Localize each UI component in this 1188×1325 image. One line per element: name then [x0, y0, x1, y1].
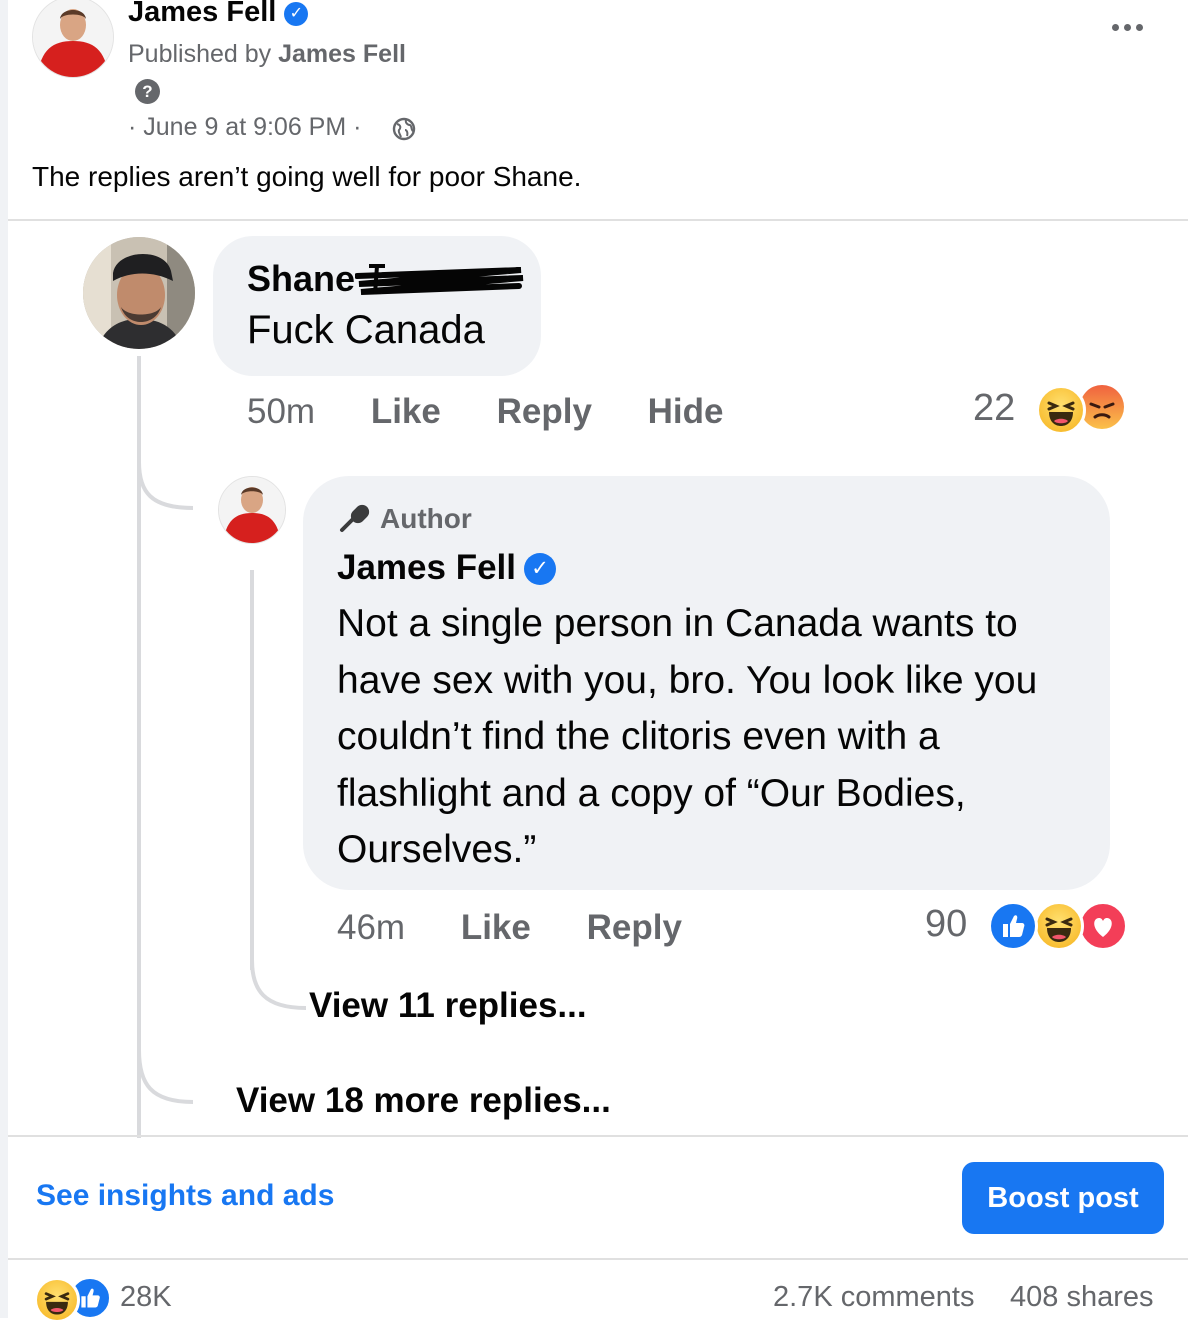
timestamp-separator: ·: [128, 113, 144, 141]
verified-badge-icon: ✓: [284, 2, 309, 26]
question-mark-icon[interactable]: ?: [135, 79, 160, 104]
post-date[interactable]: June 9 at 9:06 PM: [143, 113, 346, 141]
comment-time[interactable]: 50m: [247, 392, 315, 431]
reply-author-name[interactable]: James Fell ✓: [337, 548, 556, 588]
reply-actions: 46m Like Reply: [337, 908, 682, 948]
commenter-avatar[interactable]: [83, 237, 195, 349]
commenter-name[interactable]: Shane: [247, 258, 355, 300]
author-avatar[interactable]: [32, 0, 114, 78]
see-insights-link[interactable]: See insights and ads: [36, 1179, 334, 1213]
microphone-icon: [340, 504, 370, 532]
reply-author-name-text[interactable]: James Fell: [337, 548, 516, 587]
boost-post-button[interactable]: Boost post: [962, 1162, 1164, 1234]
comment-reply-button[interactable]: Reply: [497, 392, 592, 431]
haha-reaction-icon: [1034, 901, 1084, 951]
published-by-prefix: Published by: [128, 40, 279, 68]
love-reaction-icon: [1078, 901, 1128, 951]
published-by: Published by James Fell: [128, 40, 406, 69]
comment-actions: 50m Like Reply Hide: [247, 392, 724, 432]
comments-divider: [8, 1135, 1188, 1137]
comments-count[interactable]: 2.7K comments: [773, 1281, 974, 1314]
comment-bubble: [213, 236, 541, 376]
like-reaction-icon: [988, 901, 1038, 951]
view-replies-link[interactable]: View 11 replies...: [309, 986, 587, 1026]
footer-divider: [8, 1258, 1188, 1260]
verified-badge-icon: ✓: [524, 553, 556, 585]
view-more-replies-link[interactable]: View 18 more replies...: [236, 1081, 611, 1121]
reply-text: Not a single person in Canada wants to h…: [337, 602, 1038, 871]
thread-branch-more: [137, 1050, 194, 1104]
redaction-scribble: [355, 264, 524, 295]
reply-author-avatar[interactable]: [218, 476, 286, 544]
comment-like-button[interactable]: Like: [371, 392, 441, 431]
header-divider: [8, 219, 1188, 221]
comment-text: Fuck Canada: [247, 308, 485, 352]
post-timestamp-line: · June 9 at 9:06 PM ·: [128, 113, 361, 142]
angry-reaction-icon: [1080, 385, 1124, 429]
post-text: The replies aren’t going well for poor S…: [32, 161, 582, 192]
haha-reaction-icon: [34, 1277, 80, 1323]
reply-like-button[interactable]: Like: [461, 908, 531, 947]
page-gutter: [0, 0, 8, 1318]
haha-reaction-icon: [1036, 385, 1086, 435]
reply-thread-branch: [250, 960, 307, 1010]
more-options-icon[interactable]: [1108, 18, 1148, 38]
comment-reaction-count[interactable]: 22: [973, 387, 1015, 430]
reply-reaction-count[interactable]: 90: [925, 903, 967, 946]
author-badge: Author: [338, 500, 472, 535]
thread-branch-reply: [137, 462, 194, 510]
published-by-name[interactable]: James Fell: [278, 40, 406, 68]
reply-time[interactable]: 46m: [337, 908, 405, 947]
reply-reply-button[interactable]: Reply: [587, 908, 682, 947]
shares-count[interactable]: 408 shares: [1010, 1281, 1154, 1314]
reply-thread-line: [250, 570, 254, 970]
globe-icon[interactable]: [392, 117, 416, 141]
author-badge-label: Author: [380, 503, 472, 534]
comment-hide-button[interactable]: Hide: [648, 392, 724, 431]
total-reactions-count[interactable]: 28K: [120, 1281, 172, 1314]
post-author-name[interactable]: James Fell ✓: [128, 0, 309, 29]
timestamp-separator-2: ·: [346, 113, 362, 141]
post-author-name-text[interactable]: James Fell: [128, 0, 276, 28]
